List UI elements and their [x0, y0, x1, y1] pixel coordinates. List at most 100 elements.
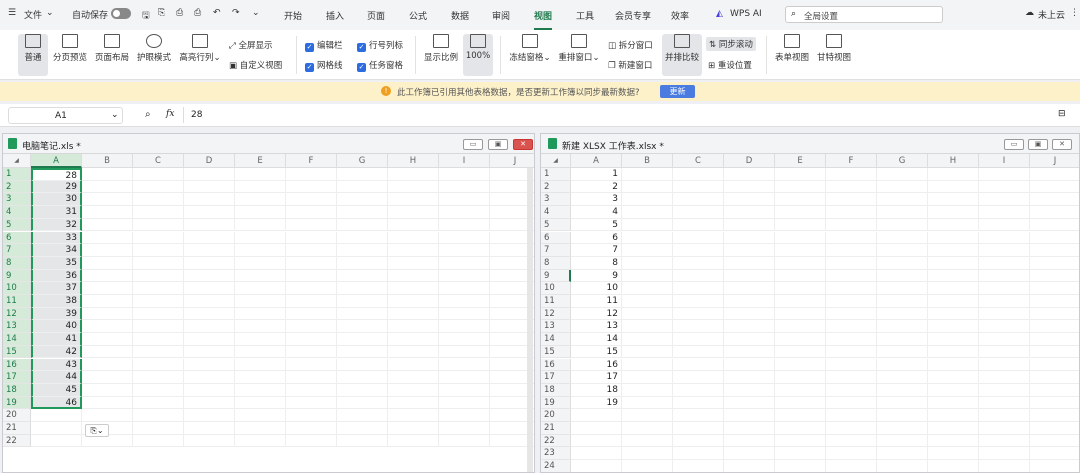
row-header[interactable]: 24: [541, 460, 571, 472]
cell[interactable]: [622, 320, 673, 334]
column-header-e[interactable]: E: [775, 154, 826, 168]
cell[interactable]: [979, 345, 1030, 359]
cell[interactable]: [388, 256, 439, 270]
cell[interactable]: [1030, 181, 1079, 194]
name-box[interactable]: A1 ⌄: [8, 107, 123, 124]
cell[interactable]: [82, 383, 133, 397]
cell[interactable]: [133, 320, 184, 334]
cell[interactable]: [235, 358, 286, 372]
cell[interactable]: 32: [31, 218, 82, 232]
column-header-j[interactable]: J: [1030, 154, 1079, 168]
cell[interactable]: [622, 218, 673, 232]
cell[interactable]: [286, 180, 337, 194]
cell[interactable]: [775, 409, 826, 422]
cell[interactable]: 8: [571, 256, 622, 270]
cell[interactable]: [775, 320, 826, 334]
cell[interactable]: [877, 231, 928, 245]
cell[interactable]: [31, 434, 82, 448]
cell[interactable]: [82, 231, 133, 245]
cell[interactable]: [877, 422, 928, 435]
cell[interactable]: [724, 383, 775, 397]
cell[interactable]: [286, 434, 337, 448]
zoom-search-icon[interactable]: ⌕: [145, 109, 151, 120]
cell[interactable]: 38: [31, 295, 82, 308]
cell[interactable]: 1: [571, 168, 622, 181]
cell[interactable]: 31: [31, 206, 82, 219]
cell[interactable]: [571, 422, 622, 435]
cell[interactable]: [979, 218, 1030, 232]
cell[interactable]: [724, 269, 775, 283]
cell[interactable]: [337, 383, 388, 397]
row-header[interactable]: 7: [3, 244, 31, 257]
cell[interactable]: [622, 409, 673, 422]
cell[interactable]: [337, 434, 388, 448]
cell[interactable]: [928, 206, 979, 219]
cell[interactable]: [622, 206, 673, 219]
cell[interactable]: [388, 345, 439, 359]
cell[interactable]: [928, 307, 979, 321]
cell[interactable]: [1030, 295, 1079, 308]
cell[interactable]: [724, 345, 775, 359]
cell[interactable]: 12: [571, 307, 622, 321]
cell[interactable]: [622, 244, 673, 257]
cell[interactable]: [877, 307, 928, 321]
cell[interactable]: [724, 180, 775, 194]
cell[interactable]: [133, 193, 184, 207]
cell[interactable]: [928, 345, 979, 359]
cell[interactable]: [877, 409, 928, 422]
cell[interactable]: [184, 371, 235, 384]
cell[interactable]: [439, 371, 490, 384]
cell[interactable]: [979, 193, 1030, 207]
cell[interactable]: [877, 206, 928, 219]
cell[interactable]: [286, 231, 337, 245]
cell[interactable]: [388, 218, 439, 232]
cell[interactable]: [622, 447, 673, 461]
cell[interactable]: [439, 358, 490, 372]
cell[interactable]: [82, 244, 133, 257]
cell[interactable]: [826, 231, 877, 245]
cell[interactable]: [928, 168, 979, 181]
row-header[interactable]: 7: [541, 244, 571, 257]
cell[interactable]: [337, 193, 388, 207]
cell[interactable]: [337, 244, 388, 257]
row-header[interactable]: 17: [541, 371, 571, 384]
row-header[interactable]: 5: [541, 218, 571, 232]
cell[interactable]: [826, 307, 877, 321]
cell[interactable]: [184, 422, 235, 435]
cell[interactable]: [826, 282, 877, 295]
cell[interactable]: [571, 409, 622, 422]
side-by-side-button[interactable]: 并排比较: [662, 34, 702, 76]
cell[interactable]: [877, 244, 928, 257]
row-header[interactable]: 9: [3, 269, 31, 283]
cell[interactable]: [133, 422, 184, 435]
cell[interactable]: [571, 434, 622, 448]
paste-options-icon[interactable]: ⎘⌄: [85, 424, 109, 437]
cell[interactable]: [184, 345, 235, 359]
cell[interactable]: [979, 383, 1030, 397]
autosave-toggle[interactable]: [111, 8, 131, 19]
cell[interactable]: [928, 193, 979, 207]
cell[interactable]: [877, 434, 928, 448]
cell[interactable]: [31, 422, 82, 435]
cell[interactable]: [928, 460, 979, 472]
print-preview-icon[interactable]: ⎙: [194, 8, 201, 18]
cell[interactable]: [1030, 460, 1079, 472]
cell[interactable]: 7: [571, 244, 622, 257]
row-header[interactable]: 2: [3, 180, 31, 194]
sync-scroll-button[interactable]: ⇅ 同步滚动: [706, 37, 756, 51]
tab-review[interactable]: 审阅: [492, 9, 510, 22]
cell[interactable]: [673, 345, 724, 359]
cell[interactable]: [775, 180, 826, 194]
cell[interactable]: [286, 383, 337, 397]
cell[interactable]: [1030, 193, 1079, 207]
cell[interactable]: [622, 256, 673, 270]
column-header-d[interactable]: D: [184, 154, 235, 168]
cell[interactable]: [82, 333, 133, 346]
cell[interactable]: [622, 460, 673, 472]
cell[interactable]: [82, 345, 133, 359]
minimize-button[interactable]: ▭: [1004, 139, 1024, 150]
cell[interactable]: [979, 358, 1030, 372]
cell[interactable]: [622, 180, 673, 194]
cell[interactable]: [1030, 168, 1079, 181]
cell[interactable]: [826, 434, 877, 448]
